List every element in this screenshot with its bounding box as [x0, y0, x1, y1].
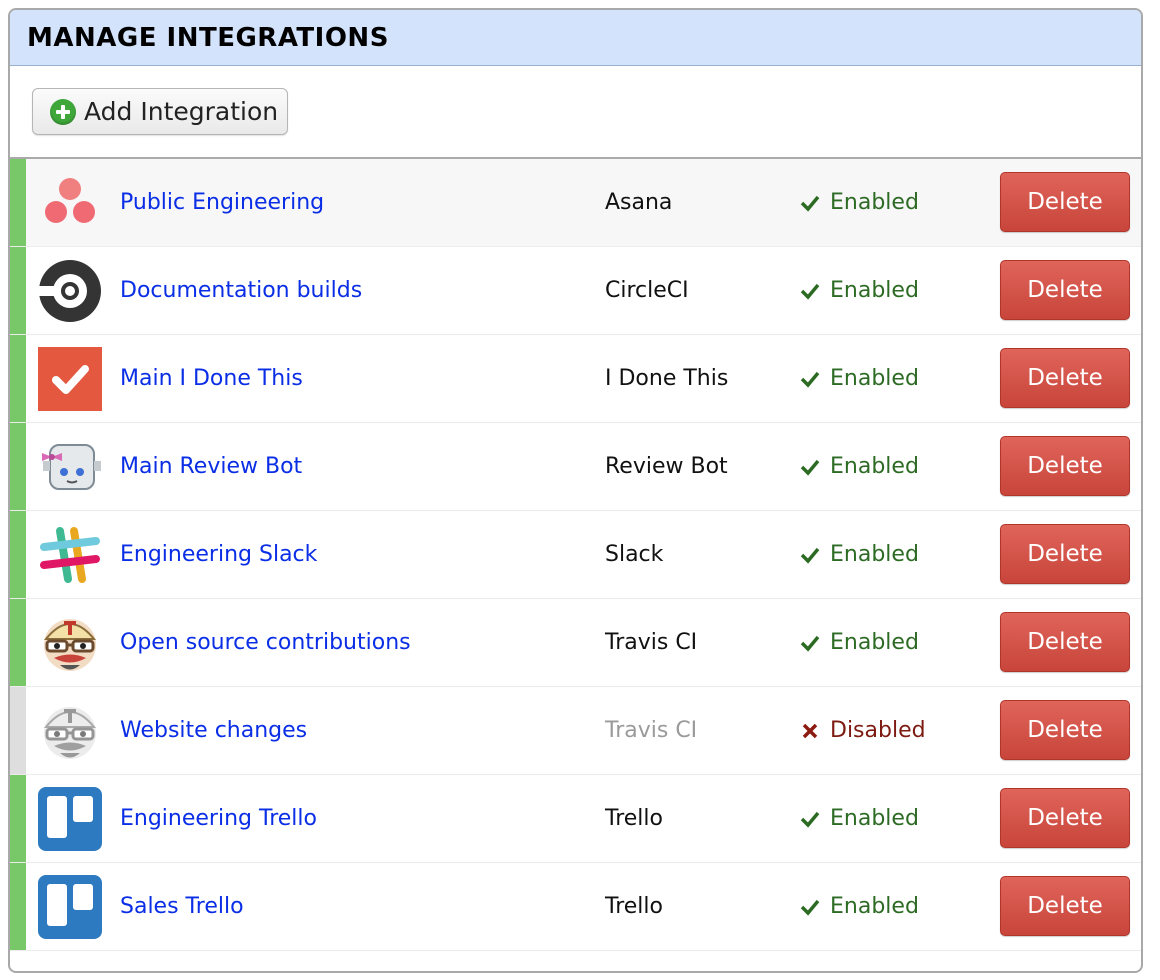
integration-status: Enabled: [800, 542, 919, 567]
integration-status: Enabled: [800, 190, 919, 215]
integration-row: Open source contributions Travis CI Enable…: [10, 599, 1141, 687]
checkmark-icon: [800, 193, 820, 213]
integrations-list: Public Engineering Asana Enabled Delete Docu…: [10, 159, 1141, 951]
integration-row: Website changes Travis CI Disabled Delete: [10, 687, 1141, 775]
x-mark-icon: [800, 721, 820, 741]
delete-button[interactable]: Delete: [1000, 436, 1130, 496]
integration-row: Main I Done This I Done This Enabled Delete: [10, 335, 1141, 423]
integration-name-link[interactable]: Engineering Trello: [120, 806, 317, 831]
enabled-indicator-bar: [10, 247, 26, 334]
integration-name-link[interactable]: Main Review Bot: [120, 454, 302, 479]
disabled-indicator-bar: [10, 687, 26, 774]
add-integration-label: Add Integration: [84, 97, 279, 126]
checkmark-icon: [800, 545, 820, 565]
integration-service: Trello: [605, 894, 663, 919]
integration-name-link[interactable]: Open source contributions: [120, 630, 411, 655]
delete-button[interactable]: Delete: [1000, 788, 1130, 848]
integration-service: Trello: [605, 806, 663, 831]
integration-status: Enabled: [800, 630, 919, 655]
checkmark-icon: [800, 281, 820, 301]
delete-button[interactable]: Delete: [1000, 876, 1130, 936]
status-label: Enabled: [830, 630, 919, 655]
integration-name-link[interactable]: Documentation builds: [120, 278, 362, 303]
integration-service: Travis CI: [605, 630, 698, 655]
toolbar: Add Integration: [10, 66, 1141, 159]
enabled-indicator-bar: [10, 511, 26, 598]
integration-row: Public Engineering Asana Enabled Delete: [10, 159, 1141, 247]
status-label: Enabled: [830, 806, 919, 831]
checkmark-icon: [800, 809, 820, 829]
integration-status: Enabled: [800, 454, 919, 479]
manage-integrations-panel: MANAGE INTEGRATIONS Add Integration Publ…: [8, 8, 1143, 973]
integration-service: Slack: [605, 542, 664, 567]
status-label: Enabled: [830, 542, 919, 567]
panel-header: MANAGE INTEGRATIONS: [10, 10, 1141, 66]
asana-icon: [38, 171, 102, 235]
checkmark-icon: [800, 633, 820, 653]
slack-icon: [38, 523, 102, 587]
enabled-indicator-bar: [10, 159, 26, 246]
integration-service: I Done This: [605, 366, 729, 391]
enabled-indicator-bar: [10, 335, 26, 422]
checkmark-icon: [800, 457, 820, 477]
integration-service: Travis CI: [605, 718, 698, 743]
integration-status: Enabled: [800, 366, 919, 391]
integration-service: Asana: [605, 190, 673, 215]
integration-row: Engineering Trello Trello Enabled Delete: [10, 775, 1141, 863]
integration-name-link[interactable]: Website changes: [120, 718, 307, 743]
integration-service: CircleCI: [605, 278, 689, 303]
enabled-indicator-bar: [10, 423, 26, 510]
integration-status: Disabled: [800, 718, 926, 743]
panel-title: MANAGE INTEGRATIONS: [27, 22, 389, 53]
checkmark-icon: [800, 897, 820, 917]
integration-name-link[interactable]: Engineering Slack: [120, 542, 317, 567]
reviewbot-icon: [38, 435, 102, 499]
status-label: Enabled: [830, 454, 919, 479]
integration-status: Enabled: [800, 806, 919, 831]
trello-icon: [38, 787, 102, 851]
travisci-icon: [38, 611, 102, 675]
status-label: Enabled: [830, 190, 919, 215]
delete-button[interactable]: Delete: [1000, 348, 1130, 408]
integration-name-link[interactable]: Sales Trello: [120, 894, 244, 919]
delete-button[interactable]: Delete: [1000, 524, 1130, 584]
delete-button[interactable]: Delete: [1000, 612, 1130, 672]
integration-name-link[interactable]: Main I Done This: [120, 366, 303, 391]
enabled-indicator-bar: [10, 599, 26, 686]
status-label: Enabled: [830, 278, 919, 303]
integration-row: Engineering Slack Slack Enabled Delete: [10, 511, 1141, 599]
integration-row: Documentation builds CircleCI Enabled Delet…: [10, 247, 1141, 335]
enabled-indicator-bar: [10, 775, 26, 862]
delete-button[interactable]: Delete: [1000, 172, 1130, 232]
trello-icon: [38, 875, 102, 939]
integration-service: Review Bot: [605, 454, 728, 479]
status-label: Enabled: [830, 894, 919, 919]
status-label: Enabled: [830, 366, 919, 391]
circleci-icon: [38, 259, 102, 323]
status-label: Disabled: [830, 718, 926, 743]
delete-button[interactable]: Delete: [1000, 700, 1130, 760]
plus-circle-icon: [50, 98, 76, 125]
integration-row: Main Review Bot Review Bot Enabled Delete: [10, 423, 1141, 511]
integration-name-link[interactable]: Public Engineering: [120, 190, 324, 215]
enabled-indicator-bar: [10, 863, 26, 950]
integration-status: Enabled: [800, 278, 919, 303]
integration-row: Sales Trello Trello Enabled Delete: [10, 863, 1141, 951]
idonethis-icon: [38, 347, 102, 411]
integration-status: Enabled: [800, 894, 919, 919]
checkmark-icon: [800, 369, 820, 389]
travisci-icon: [38, 699, 102, 763]
add-integration-button[interactable]: Add Integration: [32, 88, 288, 135]
delete-button[interactable]: Delete: [1000, 260, 1130, 320]
